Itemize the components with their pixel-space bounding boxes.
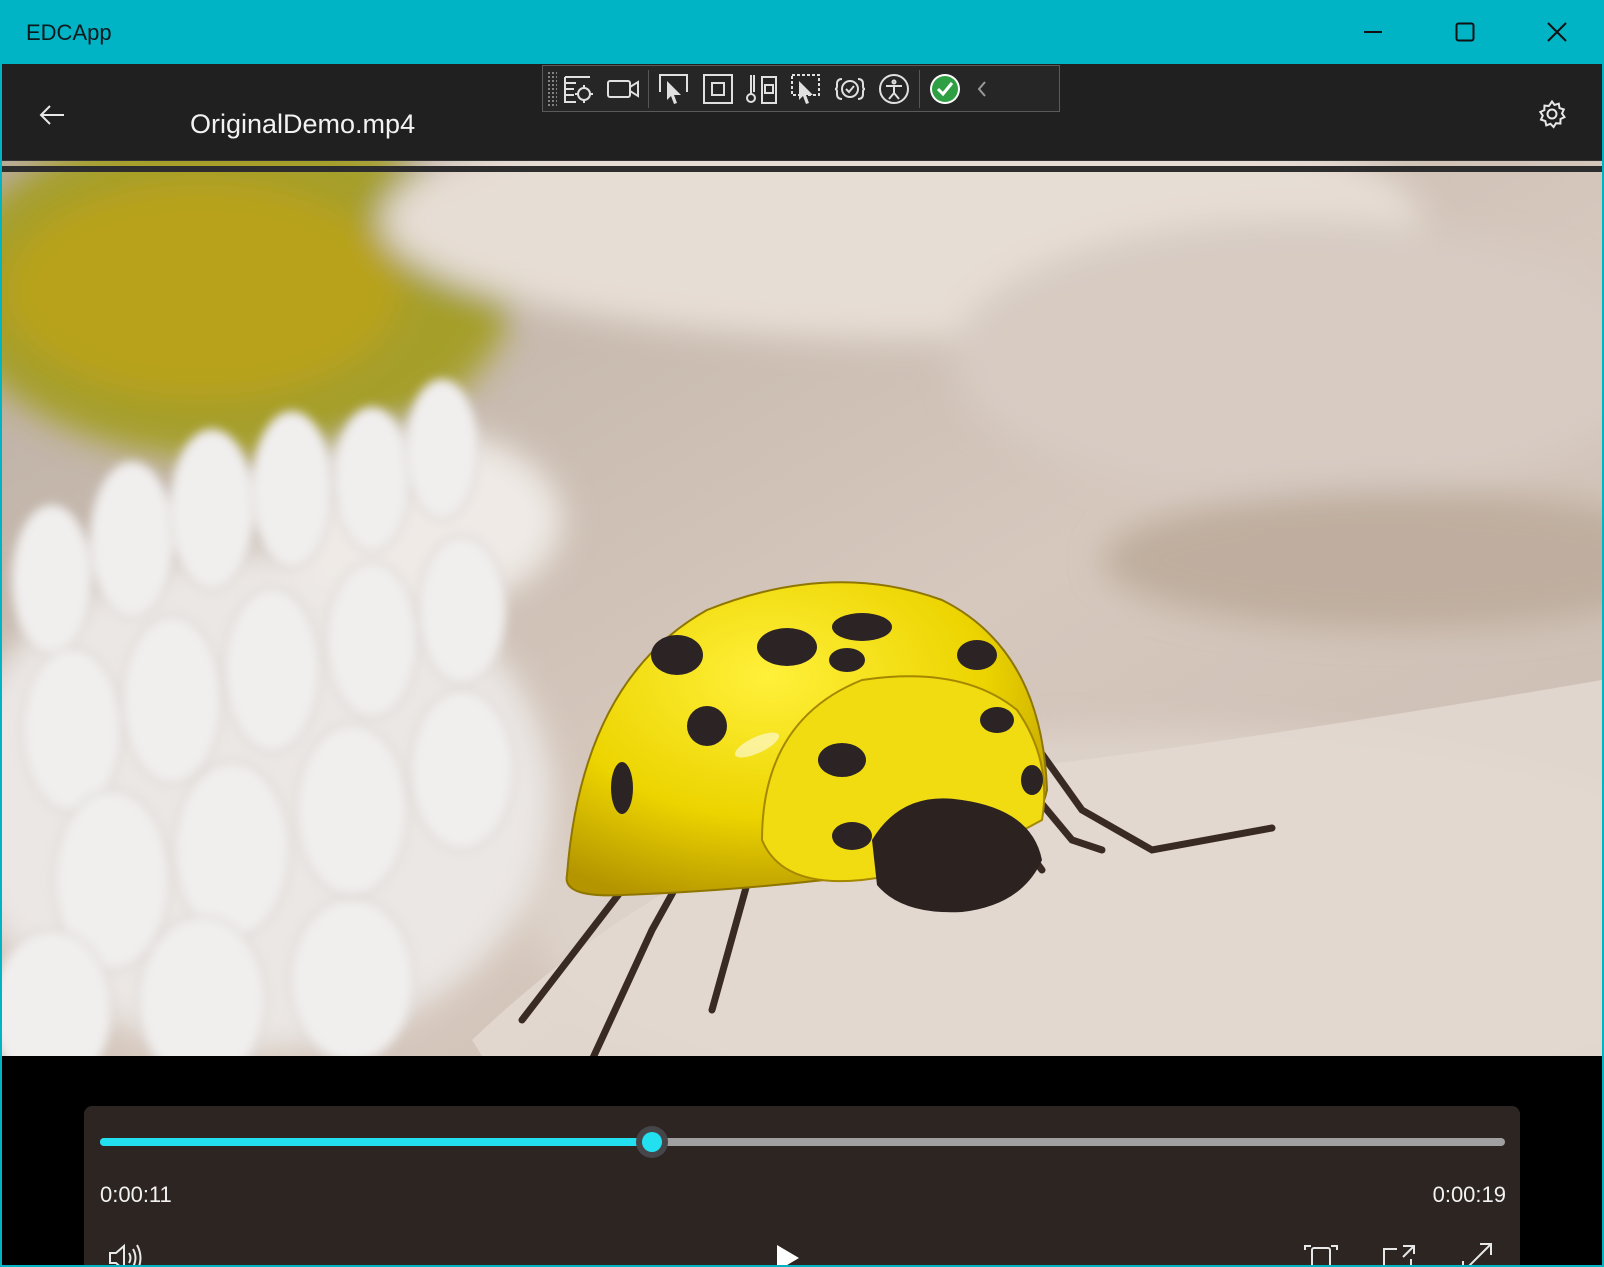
accessibility-button[interactable]	[872, 68, 916, 110]
display-layout-adorners-icon	[703, 73, 733, 104]
record-video-icon	[607, 79, 639, 98]
gear-icon	[1538, 99, 1566, 129]
select-element-icon	[659, 73, 688, 104]
header-indicator-bar	[2, 166, 1602, 172]
toolbar-separator	[919, 69, 920, 108]
aspect-ratio-button[interactable]	[1296, 1234, 1346, 1265]
app-window: OriginalDemo.mp4 0:00:11 0:00:19	[2, 64, 1602, 1265]
header-divider	[2, 160, 1602, 161]
display-layout-adorners-button[interactable]	[696, 68, 740, 110]
seek-bar-progress	[100, 1138, 653, 1146]
current-time: 0:00:11	[100, 1182, 172, 1207]
record-video-button[interactable]	[601, 68, 645, 110]
close-icon	[1547, 22, 1567, 42]
minimize-button[interactable]	[1350, 12, 1396, 52]
minimize-icon	[1364, 31, 1382, 33]
video-frame-image	[2, 160, 1602, 1056]
fullscreen-icon	[1462, 1243, 1492, 1265]
back-button[interactable]	[32, 98, 72, 132]
hot-reload-icon	[834, 77, 866, 100]
fullscreen-button[interactable]	[1452, 1234, 1502, 1265]
close-button[interactable]	[1534, 12, 1580, 52]
title-bar: EDCApp	[0, 0, 1604, 64]
seek-bar[interactable]	[100, 1126, 1505, 1158]
video-frame[interactable]	[2, 160, 1602, 1056]
track-focus-icon	[746, 74, 777, 104]
settings-button[interactable]	[1530, 92, 1574, 136]
back-arrow-icon	[39, 105, 64, 125]
toolbar-separator	[648, 69, 649, 108]
aspect-ratio-icon	[1304, 1245, 1338, 1265]
maximize-icon	[1455, 22, 1475, 42]
app-title: EDCApp	[26, 20, 112, 45]
live-visual-tree-icon	[564, 75, 593, 103]
collapse-toolbar-button[interactable]	[967, 68, 997, 110]
accessibility-icon	[879, 73, 909, 104]
maximize-button[interactable]	[1442, 12, 1488, 52]
track-focus-button[interactable]	[740, 68, 784, 110]
media-transport-controls: 0:00:11 0:00:19	[84, 1106, 1520, 1265]
cast-to-device-button[interactable]	[1374, 1234, 1424, 1265]
volume-button[interactable]	[100, 1234, 150, 1265]
in-app-dev-toolbar	[542, 65, 1060, 112]
hot-reload-status-icon	[930, 73, 960, 104]
volume-icon	[109, 1243, 142, 1265]
hot-reload-button[interactable]	[828, 68, 872, 110]
collapse-chevron-icon	[977, 80, 986, 97]
app-header: OriginalDemo.mp4	[2, 64, 1602, 160]
play-pause-button[interactable]	[762, 1234, 812, 1265]
select-element-button[interactable]	[652, 68, 696, 110]
select-in-tree-button[interactable]	[784, 68, 828, 110]
toolbar-grip[interactable]	[547, 70, 557, 107]
file-title: OriginalDemo.mp4	[190, 109, 416, 139]
play-icon	[777, 1245, 799, 1265]
cast-icon	[1383, 1245, 1415, 1265]
seek-bar-thumb[interactable]	[636, 1126, 669, 1158]
live-visual-tree-button[interactable]	[557, 68, 601, 110]
hot-reload-status-button[interactable]	[923, 68, 967, 110]
select-in-tree-icon	[791, 73, 820, 104]
total-time: 0:00:19	[1432, 1182, 1506, 1207]
